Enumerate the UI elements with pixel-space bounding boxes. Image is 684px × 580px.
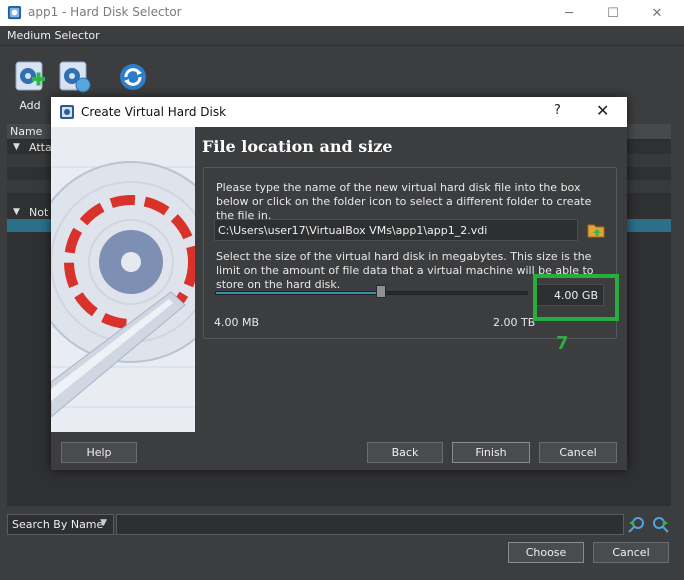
disk-platter-illustration xyxy=(51,127,195,432)
back-button[interactable]: Back xyxy=(367,442,443,463)
expand-toggle-icon[interactable]: ▼ xyxy=(13,207,20,217)
slider-min-label: 4.00 MB xyxy=(214,316,260,329)
finish-button[interactable]: Finish xyxy=(452,442,530,463)
window-titlebar: app1 - Hard Disk Selector ─ ☐ ✕ xyxy=(0,0,684,26)
search-mode-value: Search By Name xyxy=(12,518,104,531)
add-disk-button[interactable]: Add xyxy=(12,60,48,112)
close-dialog-button[interactable]: ✕ xyxy=(596,101,609,120)
size-slider[interactable] xyxy=(215,291,528,295)
search-bar: Search By Name ▼ xyxy=(7,514,676,535)
size-field-highlight-box xyxy=(533,274,619,321)
cancel-dialog-button[interactable]: Cancel xyxy=(539,442,617,463)
refresh-button[interactable] xyxy=(115,60,151,97)
tree-group-label: Not xyxy=(29,206,49,219)
dialog-titlebar: Create Virtual Hard Disk ? ✕ xyxy=(51,97,627,127)
choose-button[interactable]: Choose xyxy=(508,542,584,563)
help-button[interactable]: Help xyxy=(61,442,137,463)
search-previous-icon[interactable] xyxy=(627,516,645,534)
cancel-button[interactable]: Cancel xyxy=(593,542,669,563)
virtualbox-app-icon xyxy=(7,5,22,20)
size-slider-fill xyxy=(216,292,381,294)
wizard-disk-illustration xyxy=(51,127,195,432)
file-path-input[interactable]: C:\Users\user17\VirtualBox VMs\app1\app1… xyxy=(214,219,578,241)
slider-max-label: 2.00 TB xyxy=(493,316,536,329)
search-next-icon[interactable] xyxy=(652,516,670,534)
hard-disk-icon xyxy=(60,105,74,119)
help-context-button[interactable]: ? xyxy=(554,103,561,118)
create-disk-icon xyxy=(59,61,91,93)
close-window-button[interactable]: ✕ xyxy=(634,0,680,26)
search-input[interactable] xyxy=(116,514,624,535)
dialog-title: Create Virtual Hard Disk xyxy=(81,105,227,119)
page-title: File location and size xyxy=(202,137,393,156)
maximize-button[interactable]: ☐ xyxy=(590,0,636,26)
annotation-step-number: 7 xyxy=(556,333,569,354)
refresh-icon xyxy=(120,64,146,90)
add-label: Add xyxy=(19,99,41,112)
minimize-button[interactable]: ─ xyxy=(546,0,592,26)
menubar: Medium Selector xyxy=(0,26,684,46)
create-disk-button[interactable] xyxy=(57,60,93,97)
expand-toggle-icon[interactable]: ▼ xyxy=(13,142,20,152)
location-instructions: Please type the name of the new virtual … xyxy=(216,181,592,222)
folder-open-icon[interactable] xyxy=(586,220,606,240)
add-disk-icon xyxy=(15,61,45,91)
menu-medium-selector[interactable]: Medium Selector xyxy=(7,29,100,42)
search-mode-select[interactable]: Search By Name ▼ xyxy=(7,514,114,535)
chevron-down-icon: ▼ xyxy=(100,518,107,528)
size-slider-handle[interactable] xyxy=(376,285,386,298)
column-name-header[interactable]: Name xyxy=(10,125,42,138)
window-title: app1 - Hard Disk Selector xyxy=(28,5,182,19)
tree-group-label: Atta xyxy=(29,141,52,154)
